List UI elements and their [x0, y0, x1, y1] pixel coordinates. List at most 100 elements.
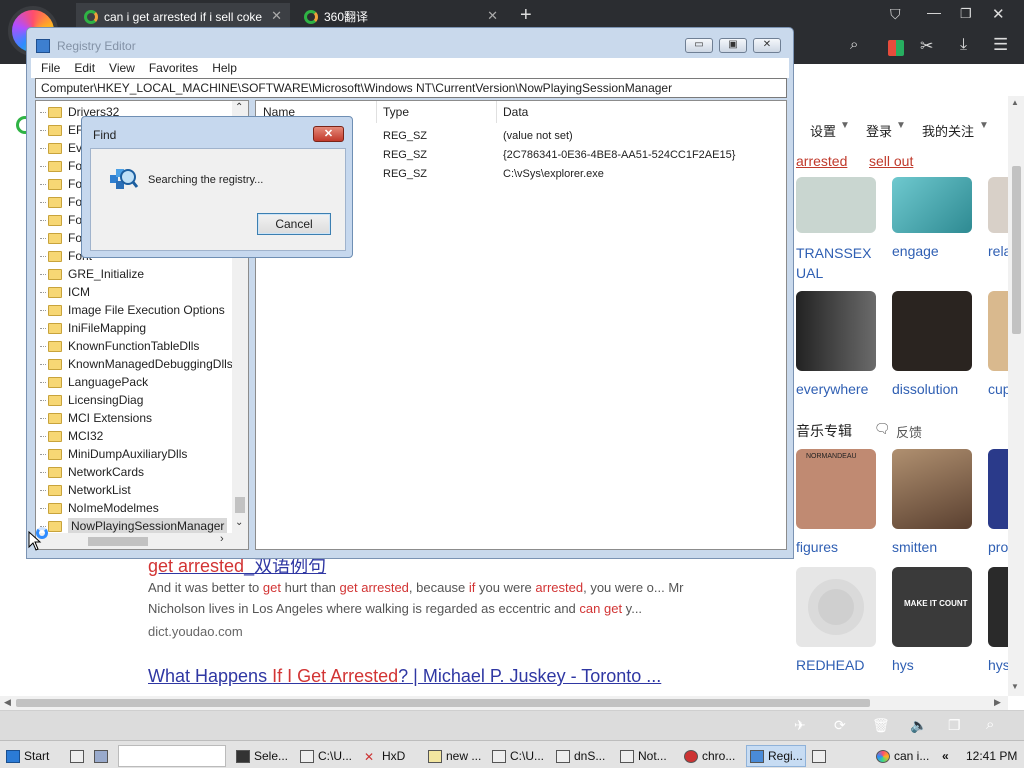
page-horizontal-scrollbar[interactable]: ◀ ▶	[0, 696, 1008, 710]
result-title[interactable]: What Happens If I Get Arrested? | Michae…	[148, 666, 661, 687]
album-caption[interactable]: hys	[892, 657, 914, 673]
menu-icon[interactable]: ☰	[993, 35, 1008, 55]
taskbar-item[interactable]: C:\U...	[300, 745, 352, 767]
tree-item[interactable]: KnownManagedDebuggingDlls	[40, 355, 233, 373]
image-caption[interactable]: cup	[988, 381, 1008, 397]
album-thumb[interactable]	[988, 567, 1008, 647]
trash-icon[interactable]: 🗑	[872, 717, 890, 734]
album-thumb[interactable]	[796, 567, 876, 647]
sound-icon[interactable]: 🔈	[910, 717, 927, 734]
album-thumb[interactable]	[892, 449, 972, 529]
taskbar-item[interactable]: new ...	[428, 745, 481, 767]
scroll-thumb[interactable]	[88, 537, 148, 546]
tray-collapse-button[interactable]: «	[942, 745, 949, 767]
album-caption[interactable]: REDHEAD	[796, 657, 864, 673]
close-tab-icon[interactable]: ✕	[271, 8, 282, 24]
tree-item[interactable]: Image File Execution Options	[40, 301, 225, 319]
address-bar[interactable]: Computer\HKEY_LOCAL_MACHINE\SOFTWARE\Mic…	[35, 78, 787, 98]
tree-item[interactable]: NoImeModelmes	[40, 499, 159, 517]
apps-icon[interactable]	[888, 40, 904, 56]
tree-item[interactable]: IniFileMapping	[40, 319, 146, 337]
quicklaunch-icon[interactable]	[70, 745, 88, 767]
tree-item[interactable]: MiniDumpAuxiliaryDlls	[40, 445, 187, 463]
close-tab-icon[interactable]: ✕	[487, 8, 498, 24]
tab-translate[interactable]: 360翻译 ✕	[296, 3, 506, 30]
minimize-icon[interactable]: —	[927, 4, 941, 20]
tree-item[interactable]: GRE_Initialize	[40, 265, 144, 283]
tree-item[interactable]: MCI Extensions	[40, 409, 152, 427]
menu-edit[interactable]: Edit	[74, 61, 95, 75]
image-thumb[interactable]	[796, 177, 876, 233]
menu-view[interactable]: View	[109, 61, 135, 75]
maximize-button[interactable]: ▣	[719, 38, 747, 53]
download-icon[interactable]: ⤓	[960, 36, 967, 54]
scroll-thumb[interactable]	[1012, 166, 1021, 334]
taskbar-item[interactable]	[812, 745, 830, 767]
feedback-link[interactable]: 反馈	[896, 422, 922, 441]
scroll-right-icon[interactable]: ›	[220, 533, 224, 545]
close-window-icon[interactable]: ✕	[992, 5, 1005, 23]
album-thumb[interactable]	[988, 449, 1008, 529]
menu-file[interactable]: File	[41, 61, 60, 75]
cancel-button[interactable]: Cancel	[257, 213, 331, 235]
clock[interactable]: 12:41 PM	[966, 745, 1017, 767]
taskbar-item[interactable]: can i...	[876, 745, 929, 767]
scroll-up-icon[interactable]: ⌃	[235, 102, 243, 113]
scroll-right-icon[interactable]: ▶	[994, 697, 1001, 708]
minimize-button[interactable]: ▭	[685, 38, 713, 53]
page-vertical-scrollbar[interactable]: ▲ ▼	[1008, 96, 1024, 696]
tab-search[interactable]: can i get arrested if i sell coke ✕	[76, 3, 290, 30]
close-button[interactable]: ✕	[313, 126, 344, 142]
column-divider[interactable]	[496, 101, 497, 123]
scroll-left-icon[interactable]: ◀	[4, 697, 11, 708]
search-icon[interactable]: ⌕	[850, 36, 858, 53]
column-divider[interactable]	[376, 101, 377, 123]
quicklaunch-icon[interactable]	[94, 745, 112, 767]
scroll-thumb[interactable]	[235, 497, 245, 513]
taskbar-item-active[interactable]: Regi...	[746, 745, 806, 767]
scroll-thumb[interactable]	[16, 699, 870, 707]
taskbar-item[interactable]: chro...	[684, 745, 735, 767]
taskbar-item[interactable]: Sele...	[236, 745, 288, 767]
feedback-icon[interactable]: 🗨	[874, 421, 891, 437]
tag-sell-out[interactable]: sell out	[869, 153, 913, 169]
taskbar-item[interactable]: ✕ HxD	[364, 745, 405, 767]
close-button[interactable]: ✕	[753, 38, 781, 53]
image-thumb[interactable]	[796, 291, 876, 371]
image-thumb[interactable]	[988, 291, 1008, 371]
maximize-icon[interactable]: ❐	[960, 6, 972, 22]
taskbar-search[interactable]	[118, 745, 226, 767]
scroll-up-icon[interactable]: ▲	[1011, 98, 1019, 107]
rocket-icon[interactable]: ✈	[794, 717, 806, 734]
tree-item[interactable]: LanguagePack	[40, 373, 148, 391]
skin-icon[interactable]: ⛉	[890, 6, 901, 23]
menu-favorites[interactable]: Favorites	[149, 61, 198, 75]
scissors-icon[interactable]: ✂	[920, 36, 933, 56]
refresh-icon[interactable]: ⟳	[834, 717, 846, 734]
album-thumb[interactable]: NORMANDEAU	[796, 449, 876, 529]
tree-item[interactable]: ICM	[40, 283, 90, 301]
scroll-down-icon[interactable]: ⌄	[235, 517, 243, 528]
tree-item[interactable]: LicensingDiag	[40, 391, 143, 409]
menu-help[interactable]: Help	[212, 61, 237, 75]
album-caption[interactable]: hys	[988, 657, 1008, 673]
album-caption[interactable]: pro	[988, 539, 1008, 555]
image-caption[interactable]: engage	[892, 243, 939, 259]
album-caption[interactable]: figures	[796, 539, 838, 555]
window-icon[interactable]: ❐	[948, 717, 961, 734]
taskbar-item[interactable]: C:\U...	[492, 745, 544, 767]
taskbar-item[interactable]: dnS...	[556, 745, 605, 767]
tag-arrested[interactable]: arrested	[796, 153, 847, 169]
image-thumb[interactable]	[892, 177, 972, 233]
nav-settings[interactable]: 设置	[810, 121, 836, 140]
image-caption[interactable]: dissolution	[892, 381, 958, 397]
column-type[interactable]: Type	[383, 105, 409, 119]
image-caption[interactable]: everywhere	[796, 381, 868, 397]
nav-follow[interactable]: 我的关注	[922, 121, 974, 140]
tree-horizontal-scrollbar[interactable]: ›	[36, 533, 248, 549]
taskbar-item[interactable]: Not...	[620, 745, 667, 767]
tree-item[interactable]: MCI32	[40, 427, 103, 445]
new-tab-button[interactable]: +	[520, 4, 532, 27]
album-caption[interactable]: smitten	[892, 539, 937, 555]
tree-item[interactable]: NetworkCards	[40, 463, 144, 481]
